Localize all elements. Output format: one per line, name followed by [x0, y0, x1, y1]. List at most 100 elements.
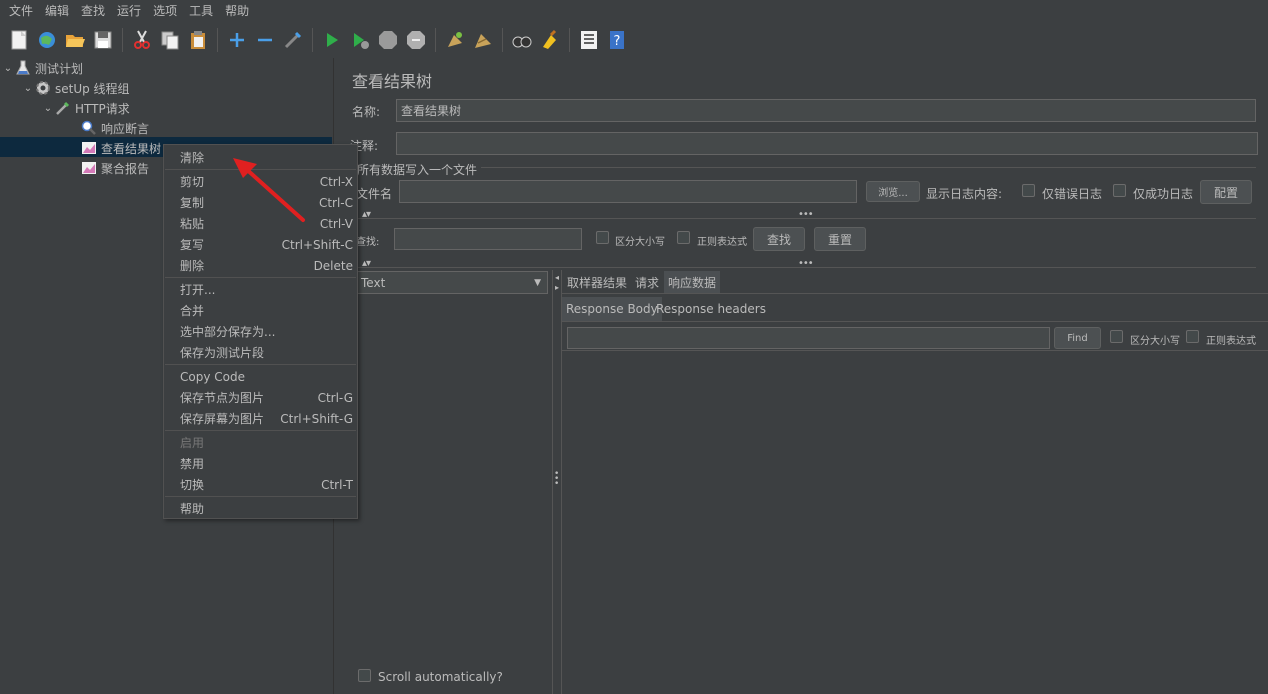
flask-icon [14, 59, 32, 77]
find-regex-checkbox[interactable] [1186, 330, 1199, 343]
renderer-value: Text [361, 275, 386, 290]
collapse-icon[interactable] [252, 27, 278, 53]
new-icon[interactable] [6, 27, 32, 53]
find-field[interactable] [567, 327, 1050, 349]
menu-item-toggle[interactable]: 切换 Ctrl-T [164, 474, 357, 495]
tab-sampler-result[interactable]: 取样器结果 [563, 271, 631, 293]
search-label: 查找: [356, 237, 380, 248]
tree-node-view-results-tree[interactable]: 查看结果树 [68, 138, 161, 158]
errors-only-label: 仅错误日志 [1042, 187, 1103, 201]
menu-item-copy-code[interactable]: Copy Code [164, 366, 357, 387]
menu-separator [165, 430, 356, 431]
clear-icon[interactable] [442, 27, 468, 53]
subtabs-underline [562, 321, 1268, 322]
templates-icon[interactable] [34, 27, 60, 53]
help-icon[interactable]: ? [604, 27, 630, 53]
menu-item-disable[interactable]: 禁用 [164, 453, 357, 474]
toolbar: ? [0, 22, 1268, 58]
menu-tools[interactable]: 工具 [183, 0, 219, 22]
save-icon[interactable] [90, 27, 116, 53]
name-label: 名称: [352, 105, 381, 119]
start-no-pause-icon[interactable] [347, 27, 373, 53]
menu-bar: 文件 编辑 查找 运行 选项 工具 帮助 [0, 0, 1268, 22]
menu-item-save-selection[interactable]: 选中部分保存为... [164, 321, 357, 342]
results-divider [552, 270, 553, 694]
menu-item-open[interactable]: 打开... [164, 279, 357, 300]
tree-node-label: 聚合报告 [101, 161, 150, 176]
tree-node-thread-group[interactable]: ⌄ setUp 线程组 [22, 78, 130, 98]
menu-item-save-fragment[interactable]: 保存为测试片段 [164, 342, 357, 363]
tab-request[interactable]: 请求 [631, 271, 663, 293]
tab-response-data[interactable]: 响应数据 [664, 271, 721, 293]
reset-search-icon[interactable] [537, 27, 563, 53]
menu-item-save-node-image[interactable]: 保存节点为图片 Ctrl-G [164, 387, 357, 408]
shutdown-icon[interactable] [403, 27, 429, 53]
regex-checkbox[interactable] [677, 231, 690, 244]
expand-icon[interactable] [224, 27, 250, 53]
name-field[interactable]: 查看结果树 [396, 99, 1256, 122]
case-sensitive-checkbox[interactable] [596, 231, 609, 244]
chevron-down-icon[interactable]: ⌄ [22, 83, 34, 94]
gear-icon [34, 79, 52, 97]
tree-node-label: 测试计划 [35, 61, 84, 76]
toolbar-separator [122, 28, 123, 52]
browse-button[interactable]: 浏览... [866, 181, 920, 202]
function-helper-icon[interactable] [576, 27, 602, 53]
menu-item-duplicate[interactable]: 复写 Ctrl+Shift-C [164, 234, 357, 255]
stop-icon[interactable] [375, 27, 401, 53]
response-body-area[interactable] [562, 350, 1268, 694]
paste-icon[interactable] [185, 27, 211, 53]
reset-button[interactable]: 重置 [814, 227, 866, 251]
tree-node-test-plan[interactable]: ⌄ 测试计划 [2, 58, 83, 78]
chart-icon [80, 139, 98, 157]
menu-item-help[interactable]: 帮助 [164, 498, 357, 519]
tree-node-label: 响应断言 [101, 121, 150, 136]
comment-field[interactable] [396, 132, 1258, 155]
log-content-label: 显示日志内容: [926, 187, 1003, 201]
tree-node-assertion[interactable]: 响应断言 [68, 118, 149, 138]
configure-button[interactable]: 配置 [1200, 180, 1252, 204]
tabs-underline [562, 293, 1268, 294]
menu-run[interactable]: 运行 [111, 0, 147, 22]
copy-icon[interactable] [157, 27, 183, 53]
search-field[interactable] [394, 228, 582, 250]
menu-search[interactable]: 查找 [75, 0, 111, 22]
search-icon[interactable] [509, 27, 535, 53]
find-case-checkbox[interactable] [1110, 330, 1123, 343]
find-button[interactable]: Find [1054, 327, 1101, 349]
find-case-label: 区分大小写 [1130, 336, 1180, 347]
success-only-checkbox[interactable] [1113, 184, 1126, 197]
scroll-auto-checkbox[interactable] [358, 669, 371, 682]
section-border [356, 167, 1256, 168]
menu-item-delete[interactable]: 删除 Delete [164, 255, 357, 276]
clear-all-icon[interactable] [470, 27, 496, 53]
toolbar-separator [217, 28, 218, 52]
split-arrows-icon[interactable]: ◂ ▸ [555, 273, 559, 293]
filename-field[interactable] [399, 180, 857, 203]
menu-file[interactable]: 文件 [3, 0, 39, 22]
menu-options[interactable]: 选项 [147, 0, 183, 22]
tree-node-http-request[interactable]: ⌄ HTTP请求 [42, 98, 130, 118]
tab-response-body[interactable]: Response Body [562, 297, 662, 321]
search-button[interactable]: 查找 [753, 227, 805, 251]
open-icon[interactable] [62, 27, 88, 53]
tree-node-aggregate-report[interactable]: 聚合报告 [68, 158, 149, 178]
start-icon[interactable] [319, 27, 345, 53]
menu-item-enable: 启用 [180, 436, 205, 450]
annotation-arrow-icon [233, 158, 305, 222]
toggle-icon[interactable] [280, 27, 306, 53]
menu-item-save-screen-image[interactable]: 保存屏幕为图片 Ctrl+Shift-G [164, 408, 357, 429]
menu-help[interactable]: 帮助 [219, 0, 255, 22]
chevron-down-icon[interactable]: ⌄ [42, 103, 54, 114]
menu-item-merge[interactable]: 合并 [164, 300, 357, 321]
vertical-grip-icon[interactable]: • • • [554, 470, 559, 489]
chevron-down-icon[interactable]: ⌄ [2, 63, 14, 74]
menu-edit[interactable]: 编辑 [39, 0, 75, 22]
renderer-select[interactable]: Text ▼ [356, 271, 548, 294]
menu-separator [165, 364, 356, 365]
tab-response-headers[interactable]: Response headers [652, 297, 770, 321]
cut-icon[interactable] [129, 27, 155, 53]
scroll-auto-label: Scroll automatically? [378, 670, 503, 684]
regex-label: 正则表达式 [697, 237, 747, 248]
errors-only-checkbox[interactable] [1022, 184, 1035, 197]
